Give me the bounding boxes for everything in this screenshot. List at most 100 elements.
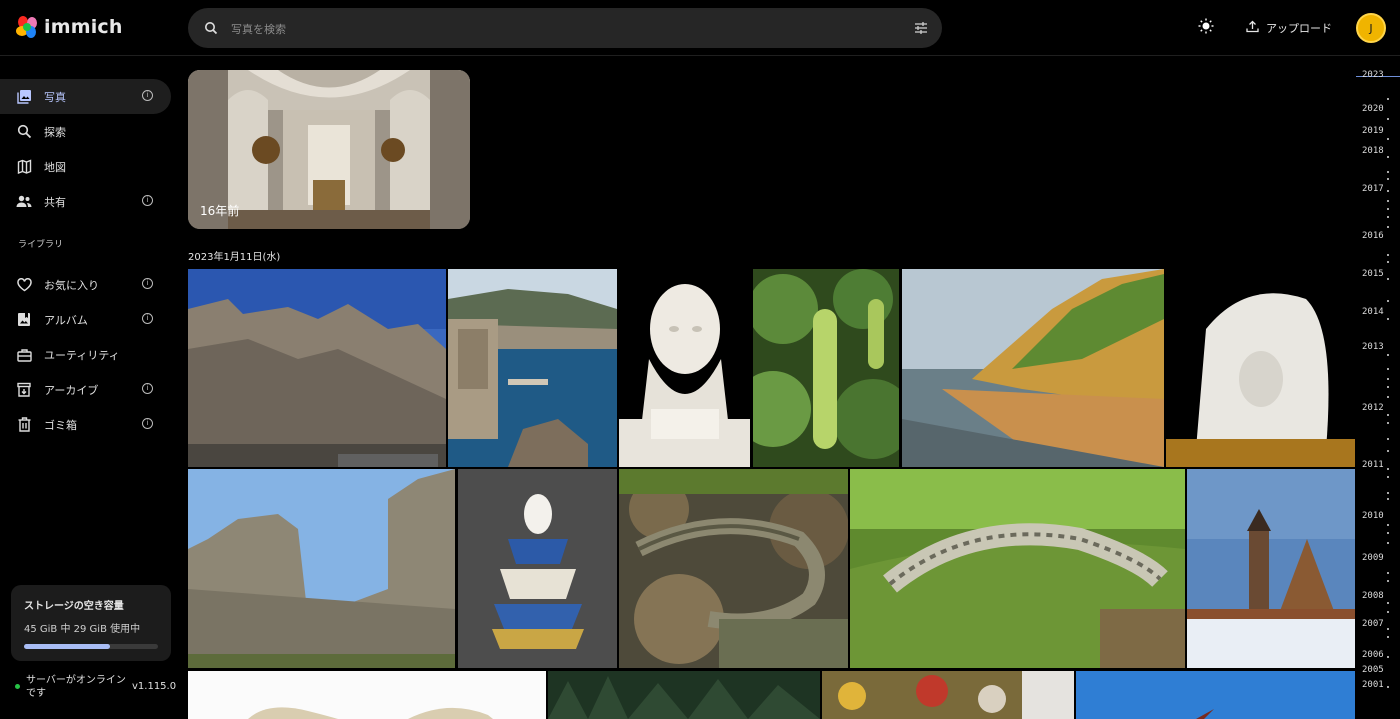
photo-tile[interactable] xyxy=(822,671,1074,719)
scrubber-year-label[interactable]: 2020 xyxy=(1362,104,1384,114)
online-status-dot xyxy=(15,684,20,689)
photo-tile[interactable] xyxy=(188,269,446,467)
scrubber-month-dot xyxy=(1387,611,1389,613)
sidebar-item-utilities[interactable]: ユーティリティ xyxy=(0,337,171,372)
sidebar-item-sharing[interactable]: 共有 i xyxy=(0,184,171,219)
scrubber-year-label[interactable]: 2010 xyxy=(1362,511,1384,521)
scrubber-month-dot xyxy=(1387,476,1389,478)
server-version[interactable]: v1.115.0 xyxy=(132,681,176,692)
scrubber-month-dot xyxy=(1387,636,1389,638)
photo-tile[interactable] xyxy=(188,469,455,668)
photo-tile[interactable] xyxy=(753,269,899,467)
photo-ruined-fortress xyxy=(188,469,455,668)
info-icon[interactable]: i xyxy=(142,383,153,394)
scrubber-year-label[interactable]: 2017 xyxy=(1362,184,1384,194)
scrubber-year-label[interactable]: 2007 xyxy=(1362,619,1384,629)
scrubber-month-dot xyxy=(1387,378,1389,380)
scrubber-year-label[interactable]: 2013 xyxy=(1362,342,1384,352)
photo-tile[interactable] xyxy=(1076,671,1355,719)
memory-card[interactable]: 16年前 xyxy=(188,70,470,229)
archive-icon xyxy=(16,382,32,398)
search-bar[interactable]: 写真を検索 xyxy=(188,8,942,48)
user-avatar[interactable]: J xyxy=(1356,13,1386,43)
photo-tile[interactable] xyxy=(902,269,1164,467)
photo-tile[interactable] xyxy=(619,469,848,668)
search-icon xyxy=(204,20,218,39)
photo-tile[interactable] xyxy=(188,671,546,719)
tune-icon[interactable] xyxy=(914,20,928,39)
sidebar-item-map[interactable]: 地図 xyxy=(0,149,171,184)
sun-icon xyxy=(1198,18,1214,38)
info-icon[interactable]: i xyxy=(142,418,153,429)
scrubber-year-label[interactable]: 2009 xyxy=(1362,553,1384,563)
heart-icon xyxy=(16,277,32,293)
scrubber-month-dot xyxy=(1387,138,1389,140)
timeline-scrubber[interactable]: 2023 2020 2019 2018 2017 2016 2015 2014 2013 2012… xyxy=(1355,56,1400,719)
scrubber-month-dot xyxy=(1387,498,1389,500)
photo-tile[interactable] xyxy=(850,469,1185,668)
scrubber-month-dot xyxy=(1387,524,1389,526)
scrubber-month-dot xyxy=(1387,386,1389,388)
scrubber-month-dot xyxy=(1387,468,1389,470)
photo-tile[interactable] xyxy=(1187,469,1355,668)
logo[interactable]: immich xyxy=(14,14,123,40)
sidebar-item-archive[interactable]: アーカイブ i xyxy=(0,372,171,407)
sidebar-item-trash[interactable]: ゴミ箱 i xyxy=(0,407,171,442)
photo-lizard-leaves xyxy=(619,469,848,668)
scrubber-month-dot xyxy=(1387,118,1389,120)
sidebar-item-albums[interactable]: アルバム i xyxy=(0,302,171,337)
scrubber-year-label[interactable]: 2019 xyxy=(1362,126,1384,136)
info-icon[interactable]: i xyxy=(142,313,153,324)
scrubber-year-label[interactable]: 2014 xyxy=(1362,307,1384,317)
sidebar-item-label: 写真 xyxy=(44,90,66,104)
upload-icon xyxy=(1246,20,1259,36)
upload-button[interactable]: アップロード xyxy=(1240,12,1338,44)
scrubber-year-label[interactable]: 2006 xyxy=(1362,650,1384,660)
sidebar-item-label: アルバム xyxy=(44,313,88,327)
sidebar-item-explore[interactable]: 探索 xyxy=(0,114,171,149)
sidebar-item-favorites[interactable]: お気に入り i xyxy=(0,267,171,302)
scrubber-month-dot xyxy=(1387,178,1389,180)
scrubber-year-label[interactable]: 2016 xyxy=(1362,231,1384,241)
server-status-text: サーバーがオンラインです xyxy=(26,675,126,699)
scrubber-month-dot xyxy=(1387,261,1389,263)
scrubber-year-label[interactable]: 2008 xyxy=(1362,591,1384,601)
scrubber-month-dot xyxy=(1387,200,1389,202)
immich-logo-icon xyxy=(14,14,40,40)
map-icon xyxy=(16,159,32,175)
sidebar-item-label: アーカイブ xyxy=(44,383,99,397)
sidebar-item-label: 共有 xyxy=(44,195,66,209)
scrubber-year-label[interactable]: 2005 xyxy=(1362,665,1384,675)
scrubber-month-dot xyxy=(1387,686,1389,688)
sidebar-item-label: 地図 xyxy=(44,160,66,174)
photo-tile[interactable] xyxy=(619,269,750,467)
upload-label: アップロード xyxy=(1266,22,1332,35)
scrubber-year-label[interactable]: 2001 xyxy=(1362,680,1384,690)
photo-sky xyxy=(1076,671,1355,719)
photo-tile[interactable] xyxy=(448,269,617,467)
scrubber-year-label[interactable]: 2023 xyxy=(1362,70,1384,80)
search-placeholder: 写真を検索 xyxy=(231,23,286,36)
scrubber-month-dot xyxy=(1387,422,1389,424)
scrubber-year-label[interactable]: 2012 xyxy=(1362,403,1384,413)
photo-tile[interactable] xyxy=(458,469,617,668)
trash-icon xyxy=(16,417,32,433)
info-icon[interactable]: i xyxy=(142,90,153,101)
scrubber-month-dot xyxy=(1387,254,1389,256)
info-icon[interactable]: i xyxy=(142,278,153,289)
photo-lizard-moss xyxy=(850,469,1185,668)
scrubber-year-label[interactable]: 2018 xyxy=(1362,146,1384,156)
photo-wooden-church xyxy=(1187,469,1355,668)
sidebar-item-photos[interactable]: 写真 i xyxy=(0,79,171,114)
photo-tile[interactable] xyxy=(1166,269,1355,467)
immich-app: immich 写真を検索 アップロード J 写真 i 探索 地図 共有 i ライ… xyxy=(0,0,1400,719)
memory-label: 16年前 xyxy=(200,204,240,218)
photo-marble-sculpture xyxy=(1166,269,1355,467)
scrubber-year-label[interactable]: 2011 xyxy=(1362,460,1384,470)
info-icon[interactable]: i xyxy=(142,195,153,206)
scrubber-year-label[interactable]: 2015 xyxy=(1362,269,1384,279)
top-bar: immich 写真を検索 アップロード J xyxy=(0,0,1400,56)
theme-toggle-button[interactable] xyxy=(1190,12,1222,44)
scrubber-month-dot xyxy=(1387,396,1389,398)
photo-tile[interactable] xyxy=(548,671,820,719)
